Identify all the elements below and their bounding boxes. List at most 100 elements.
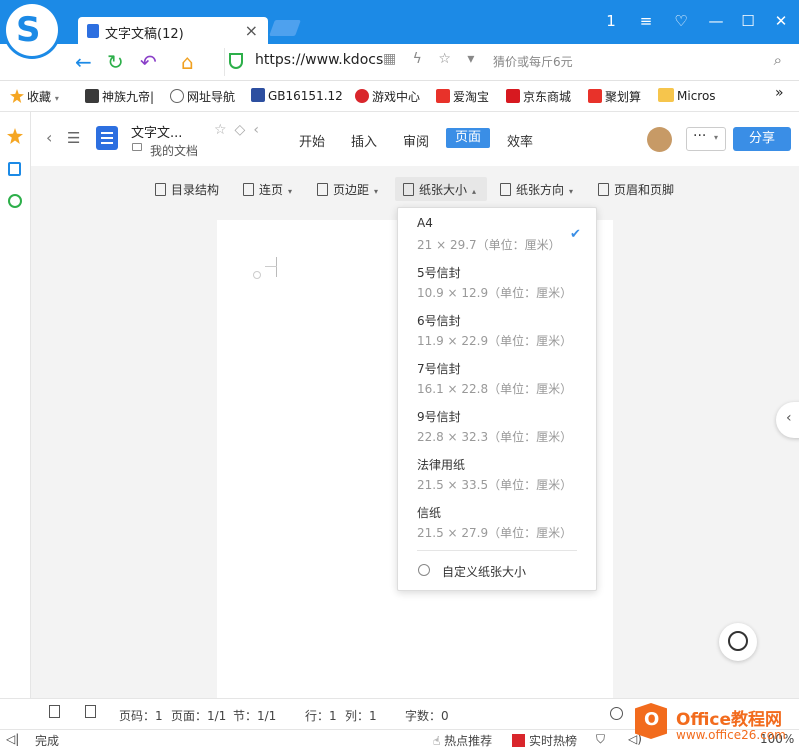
sidebar-toggle-icon[interactable]: ◁| [6, 732, 19, 746]
doc-menu-icon[interactable]: ☰ [67, 129, 80, 147]
paper-size-option[interactable]: 7号信封 16.1 × 22.8（单位：厘米） [398, 352, 596, 400]
paper-size-option[interactable]: 信纸 21.5 × 27.9（单位：厘米） [398, 496, 596, 544]
secure-shield-icon [229, 53, 243, 69]
address-bar[interactable]: https://www.kdocs ▦ ϟ ☆ ▾ 猜价或每斤6元 ⌕ [224, 48, 788, 76]
close-button[interactable]: ✕ [768, 8, 794, 34]
option-name: 法律用纸 [417, 458, 466, 472]
maximize-button[interactable]: ☐ [735, 8, 761, 34]
reader-icon[interactable] [8, 162, 21, 176]
bookmark-item[interactable]: 京东商城 [506, 88, 571, 105]
menu-page[interactable]: 页面 [446, 128, 490, 148]
bookmark-item[interactable]: 爱淘宝 [436, 88, 489, 105]
option-size: 10.9 × 12.9（单位：厘米） [417, 286, 573, 300]
address-tools-icons[interactable]: ▦ ϟ ☆ ▾ [383, 51, 480, 67]
toolbar-header-footer[interactable]: 页眉和页脚 [598, 181, 674, 198]
page-view-icon[interactable] [49, 705, 60, 718]
realtime-hot-list[interactable]: 实时热榜 [512, 732, 577, 749]
option-size: 11.9 × 22.9（单位：厘米） [417, 334, 573, 348]
doc-title[interactable]: 文字文... [131, 122, 182, 141]
menu-insert[interactable]: 插入 [351, 131, 377, 150]
status-row: 行：1 [305, 709, 337, 723]
tab-close-icon[interactable]: × [245, 21, 258, 40]
undo-icon[interactable]: ↶ [140, 50, 157, 74]
document-icon [87, 24, 99, 38]
a-icon [251, 88, 265, 102]
paper-size-option[interactable]: 9号信封 22.8 × 32.3（单位：厘米） [398, 400, 596, 448]
status-pages: 页面：1/1 [171, 709, 227, 723]
search-input[interactable]: 猜价或每斤6元 [493, 53, 573, 70]
option-size: 21.5 × 33.5（单位：厘米） [417, 478, 573, 492]
text-cursor-mark [276, 257, 277, 277]
bookmark-favorites[interactable]: 收藏 ▾ [10, 88, 59, 105]
menu-icon[interactable]: ≡ [633, 8, 659, 34]
outline-view-icon[interactable] [85, 705, 96, 718]
skin-icon[interactable]: ♡ [668, 8, 694, 34]
paper-size-option[interactable]: A4 21 × 29.7（单位：厘米） ✔ [398, 208, 596, 256]
margins-icon [317, 183, 328, 196]
bookmark-item[interactable]: Micros [658, 88, 716, 103]
option-name: A4 [417, 216, 433, 230]
folder-outline-icon [132, 143, 142, 151]
refresh-icon[interactable]: ↻ [107, 50, 124, 74]
share-button[interactable]: 分享 [733, 127, 791, 151]
paper-size-dropdown: A4 21 × 29.7（单位：厘米） ✔ 5号信封 10.9 × 12.9（单… [397, 207, 597, 591]
menu-efficiency[interactable]: 效率 [507, 131, 533, 150]
taobao-icon [436, 89, 450, 103]
paper-size-option[interactable]: 5号信封 10.9 × 12.9（单位：厘米） [398, 256, 596, 304]
option-name: 6号信封 [417, 314, 461, 328]
game-center-icon [355, 89, 369, 103]
juhuasuan-icon [588, 89, 602, 103]
status-page-number: 页码：1 [119, 709, 163, 723]
doc-type-icon [96, 126, 118, 150]
custom-size-radio[interactable] [418, 564, 430, 576]
status-words: 字数：0 [405, 709, 449, 723]
browser-logo[interactable]: S [6, 4, 58, 56]
bookmark-item[interactable]: 神族九帝| [85, 88, 154, 105]
toolbar-outline[interactable]: 目录结构 [155, 181, 219, 198]
minimize-button[interactable]: — [703, 8, 729, 34]
option-name: 7号信封 [417, 362, 461, 376]
header-footer-icon [598, 183, 609, 196]
jd-icon [506, 89, 520, 103]
menu-start[interactable]: 开始 [299, 131, 325, 150]
tab-title: 文字文稿(12) [105, 27, 184, 42]
paper-size-option[interactable]: 6号信封 11.9 × 22.9（单位：厘米） [398, 304, 596, 352]
chevron-down-icon: ▾ [714, 133, 719, 142]
counter-badge[interactable]: 1 [598, 8, 624, 34]
more-bookmarks-icon[interactable]: » [775, 85, 784, 101]
toolbar-paper-size[interactable]: 纸张大小 ▴ [403, 181, 476, 198]
menu-review[interactable]: 审阅 [403, 131, 429, 150]
url-text[interactable]: https://www.kdocs [255, 52, 383, 68]
option-name: 信纸 [417, 506, 442, 520]
bookmark-item[interactable]: GB16151.12 [251, 88, 343, 103]
assistant-button[interactable] [719, 623, 757, 661]
avatar[interactable] [647, 127, 672, 152]
folder-icon [658, 88, 674, 102]
paper-size-option[interactable]: 法律用纸 21.5 × 33.5（单位：厘米） [398, 448, 596, 496]
back-icon[interactable]: ← [75, 50, 92, 74]
back-chevron-icon[interactable]: ‹ [46, 128, 52, 147]
watermark-brand: Office教程网 [676, 710, 783, 730]
bookmark-item[interactable]: 网址导航 [170, 88, 235, 105]
search-icon[interactable]: ⌕ [774, 51, 782, 69]
star-icon [10, 89, 24, 103]
bookmark-item[interactable]: 游戏中心 [355, 88, 420, 105]
side-panel-toggle[interactable]: ‹ [776, 402, 799, 438]
doc-folder[interactable]: 我的文档 [150, 142, 198, 159]
toolbar-margins[interactable]: 页边距 ▾ [317, 181, 378, 198]
bookmark-item[interactable]: 聚划算 [588, 88, 641, 105]
doc-title-actions-icons[interactable]: ☆◇‹ [214, 122, 267, 138]
toolbar-continuous[interactable]: 连页 ▾ [243, 181, 292, 198]
chart-icon [512, 734, 525, 747]
browser-tab[interactable]: 文字文稿(12) × [78, 17, 268, 44]
language-globe-icon[interactable] [610, 707, 623, 720]
globe-icon [170, 89, 184, 103]
more-button[interactable]: ··· ▾ [686, 127, 726, 151]
hot-recommend[interactable]: ☝ 热点推荐 [433, 732, 492, 749]
load-status: 完成 [35, 734, 60, 748]
shield-check-icon[interactable]: ⛉ [596, 732, 605, 747]
home-icon[interactable]: ⌂ [181, 50, 194, 74]
toolbar-orientation[interactable]: 纸张方向 ▾ [500, 181, 573, 198]
custom-size-option[interactable]: 自定义纸张大小 [442, 563, 526, 580]
history-clock-icon[interactable] [8, 194, 22, 208]
